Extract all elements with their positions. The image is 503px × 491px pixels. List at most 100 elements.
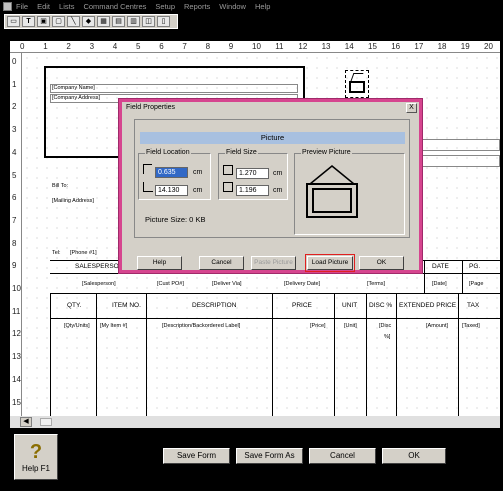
- load-picture-button[interactable]: Load Picture: [305, 254, 355, 272]
- bill-to-label: Bill To:: [52, 183, 69, 189]
- dialog-ok-button[interactable]: OK: [359, 256, 404, 270]
- disc-pct-field[interactable]: %]: [384, 334, 390, 340]
- location-left-input[interactable]: 14.130: [155, 185, 188, 196]
- selected-picture-field[interactable]: [345, 70, 369, 98]
- horizontal-ruler: 0 1 2 3 4 5 6 7 8 9 10 11 12 13 14 15 16 17 18 19 20: [10, 41, 500, 53]
- right-box-2[interactable]: [422, 155, 500, 167]
- col-price: PRICE: [292, 302, 312, 309]
- ruler-v-label: 8: [12, 238, 17, 248]
- bottom-bar: ? Help F1 Save Form Save Form As Cancel …: [0, 428, 503, 491]
- toolbar: ▭ T ▣ ▢ ╲ ◆ ▦ ▤ ▥ ◫ ▯: [0, 12, 503, 32]
- ruler-h-label: 10: [252, 42, 261, 51]
- company-name-field[interactable]: [Company Name]: [50, 84, 298, 93]
- field-icon[interactable]: ▣: [37, 16, 50, 27]
- field-properties-dialog: Field Properties X Picture Field Locatio…: [119, 99, 422, 273]
- taxed-field[interactable]: [Taxed]: [462, 323, 480, 329]
- col-qty: QTY.: [67, 302, 82, 309]
- ruler-v-label: 10: [12, 284, 21, 293]
- vertical-ruler: 0 1 2 3 4 5 6 7 8 9 10 11 12 13 14 15: [10, 53, 22, 416]
- ruler-v-label: 0: [12, 57, 17, 66]
- dialog-help-button[interactable]: Help: [137, 256, 182, 270]
- menu-setup[interactable]: Setup: [155, 2, 175, 11]
- ruler-h-label: 17: [414, 42, 424, 51]
- qty-field[interactable]: [Qty/Units]: [64, 323, 90, 329]
- graphic-icon[interactable]: ▦: [97, 16, 110, 27]
- ruler-h-label: 5: [136, 42, 141, 51]
- ruler-h-label: 11: [275, 42, 284, 51]
- col-description: DESCRIPTION: [192, 302, 237, 309]
- ruler-h-label: 18: [437, 42, 447, 51]
- ruler-h-label: 4: [112, 42, 118, 51]
- save-form-button[interactable]: Save Form: [163, 448, 230, 464]
- save-form-as-button[interactable]: Save Form As: [236, 448, 303, 464]
- select-icon[interactable]: ▭: [7, 16, 20, 27]
- location-top-input[interactable]: 0.635: [155, 167, 188, 178]
- ruler-v-label: 13: [12, 352, 21, 362]
- disc-field[interactable]: [Disc: [379, 323, 391, 329]
- ruler-h-label: 15: [368, 42, 377, 51]
- horizontal-scrollbar[interactable]: ◀: [10, 416, 500, 428]
- ruler-v-label: 7: [12, 215, 17, 225]
- tel-label: Tel:: [52, 250, 61, 256]
- ruler-v-label: 12: [12, 329, 21, 339]
- terms-field[interactable]: [Terms]: [367, 281, 385, 287]
- col-item-no: ITEM NO.: [112, 302, 141, 309]
- menu-help[interactable]: Help: [255, 2, 270, 11]
- item-field[interactable]: [My Item #]: [100, 323, 127, 329]
- ruler-v-label: 2: [12, 102, 17, 112]
- salesperson-field[interactable]: [Salesperson]: [82, 281, 116, 287]
- unit-field[interactable]: [Unit]: [344, 323, 357, 329]
- menu-file[interactable]: File: [16, 2, 28, 11]
- shade-icon[interactable]: ◆: [82, 16, 95, 27]
- dialog-title: Field Properties: [122, 102, 419, 114]
- phone-field[interactable]: [Phone #1]: [70, 250, 97, 256]
- ruler-h-label: 0: [20, 42, 25, 51]
- scroll-thumb[interactable]: [40, 418, 52, 426]
- close-icon[interactable]: X: [406, 103, 417, 113]
- text-icon[interactable]: T: [22, 16, 35, 27]
- preview-icon[interactable]: ▯: [157, 16, 170, 27]
- col-tax: TAX: [467, 302, 480, 309]
- mailing-address-field[interactable]: [Mailing Address]: [52, 198, 94, 204]
- description-field[interactable]: [Description/Backordered Label]: [162, 323, 240, 329]
- ruler-h-label: 19: [460, 42, 470, 51]
- scroll-left-icon[interactable]: ◀: [20, 417, 32, 427]
- right-box-1[interactable]: [422, 139, 500, 151]
- picture-icon[interactable]: ▢: [52, 16, 65, 27]
- cust-po-field[interactable]: [Cust PO#]: [157, 281, 184, 287]
- menu-reports[interactable]: Reports: [184, 2, 210, 11]
- ok-button[interactable]: OK: [382, 448, 446, 464]
- menu-edit[interactable]: Edit: [37, 2, 50, 11]
- col-extended-price: EXTENDED PRICE: [399, 302, 457, 309]
- menu-command-centres[interactable]: Command Centres: [83, 2, 146, 11]
- center-icon[interactable]: ◫: [142, 16, 155, 27]
- date-header: DATE: [432, 263, 449, 270]
- picture-size-text: Picture Size: 0 KB: [145, 215, 206, 224]
- size-width-input[interactable]: 1.196: [236, 185, 269, 196]
- price-field[interactable]: [Price]: [310, 323, 326, 329]
- menu-lists[interactable]: Lists: [59, 2, 74, 11]
- ruler-v-label: 9: [12, 261, 17, 271]
- size-height-input[interactable]: 1.270: [236, 168, 269, 179]
- cancel-button[interactable]: Cancel: [309, 448, 376, 464]
- ruler-h-label: 8: [205, 42, 211, 51]
- line-icon[interactable]: ╲: [67, 16, 80, 27]
- date-field[interactable]: [Date]: [432, 281, 447, 287]
- ruler-h-label: 16: [391, 42, 401, 51]
- col-unit: UNIT: [342, 302, 358, 309]
- ruler-h-label: 9: [228, 42, 234, 51]
- menu-window[interactable]: Window: [219, 2, 246, 11]
- system-menu-icon[interactable]: [3, 1, 12, 11]
- delivery-date-field[interactable]: [Delivery Date]: [284, 281, 320, 287]
- deliver-via-field[interactable]: [Deliver Via]: [212, 281, 242, 287]
- amount-field[interactable]: [Amount]: [426, 323, 448, 329]
- help-button[interactable]: ? Help F1: [14, 434, 58, 480]
- page-field[interactable]: [Page: [469, 281, 483, 287]
- ruler-h-label: 2: [66, 42, 71, 51]
- properties-icon[interactable]: ▥: [127, 16, 140, 27]
- question-mark-icon: ?: [29, 440, 43, 463]
- paste-picture-button[interactable]: Paste Picture: [251, 256, 296, 270]
- salesperson-header: SALESPERSON: [75, 263, 124, 270]
- table-icon[interactable]: ▤: [112, 16, 125, 27]
- dialog-cancel-button[interactable]: Cancel: [199, 256, 244, 270]
